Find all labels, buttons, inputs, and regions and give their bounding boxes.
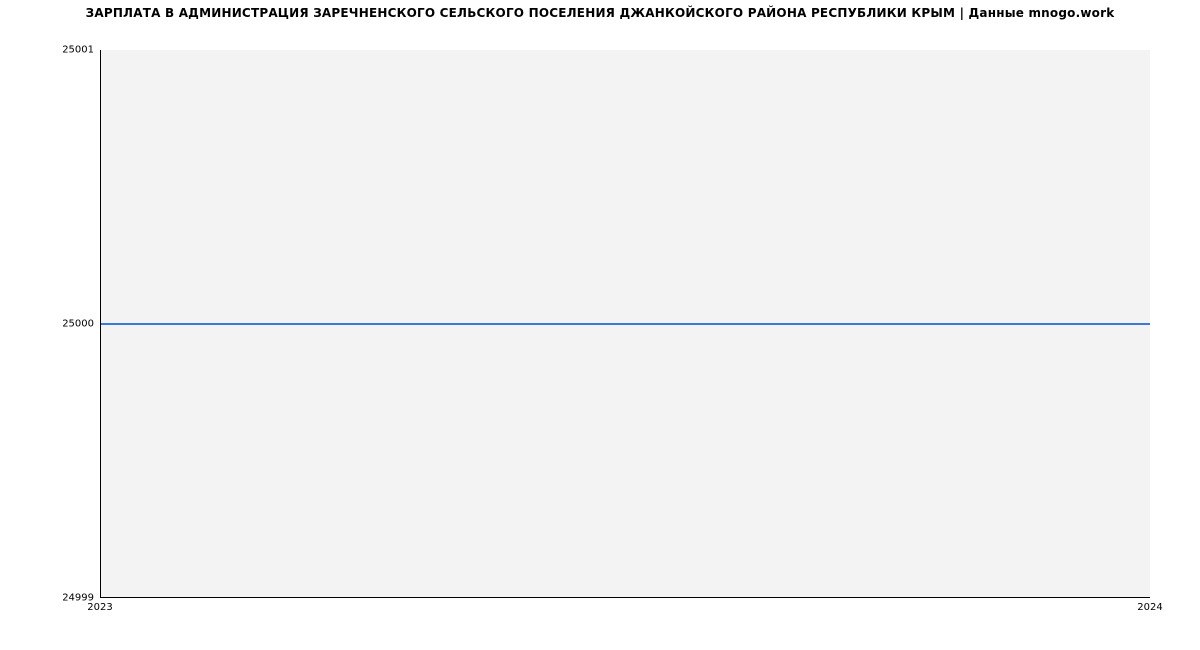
plot-area — [100, 50, 1150, 598]
chart-container: ЗАРПЛАТА В АДМИНИСТРАЦИЯ ЗАРЕЧНЕНСКОГО С… — [0, 0, 1200, 650]
data-line — [101, 323, 1150, 325]
y-tick-top: 25001 — [4, 45, 94, 56]
y-tick-bottom: 24999 — [4, 593, 94, 604]
x-tick-right: 2024 — [1137, 602, 1162, 613]
chart-title: ЗАРПЛАТА В АДМИНИСТРАЦИЯ ЗАРЕЧНЕНСКОГО С… — [0, 6, 1200, 20]
y-tick-mid: 25000 — [4, 319, 94, 330]
x-tick-left: 2023 — [87, 602, 112, 613]
